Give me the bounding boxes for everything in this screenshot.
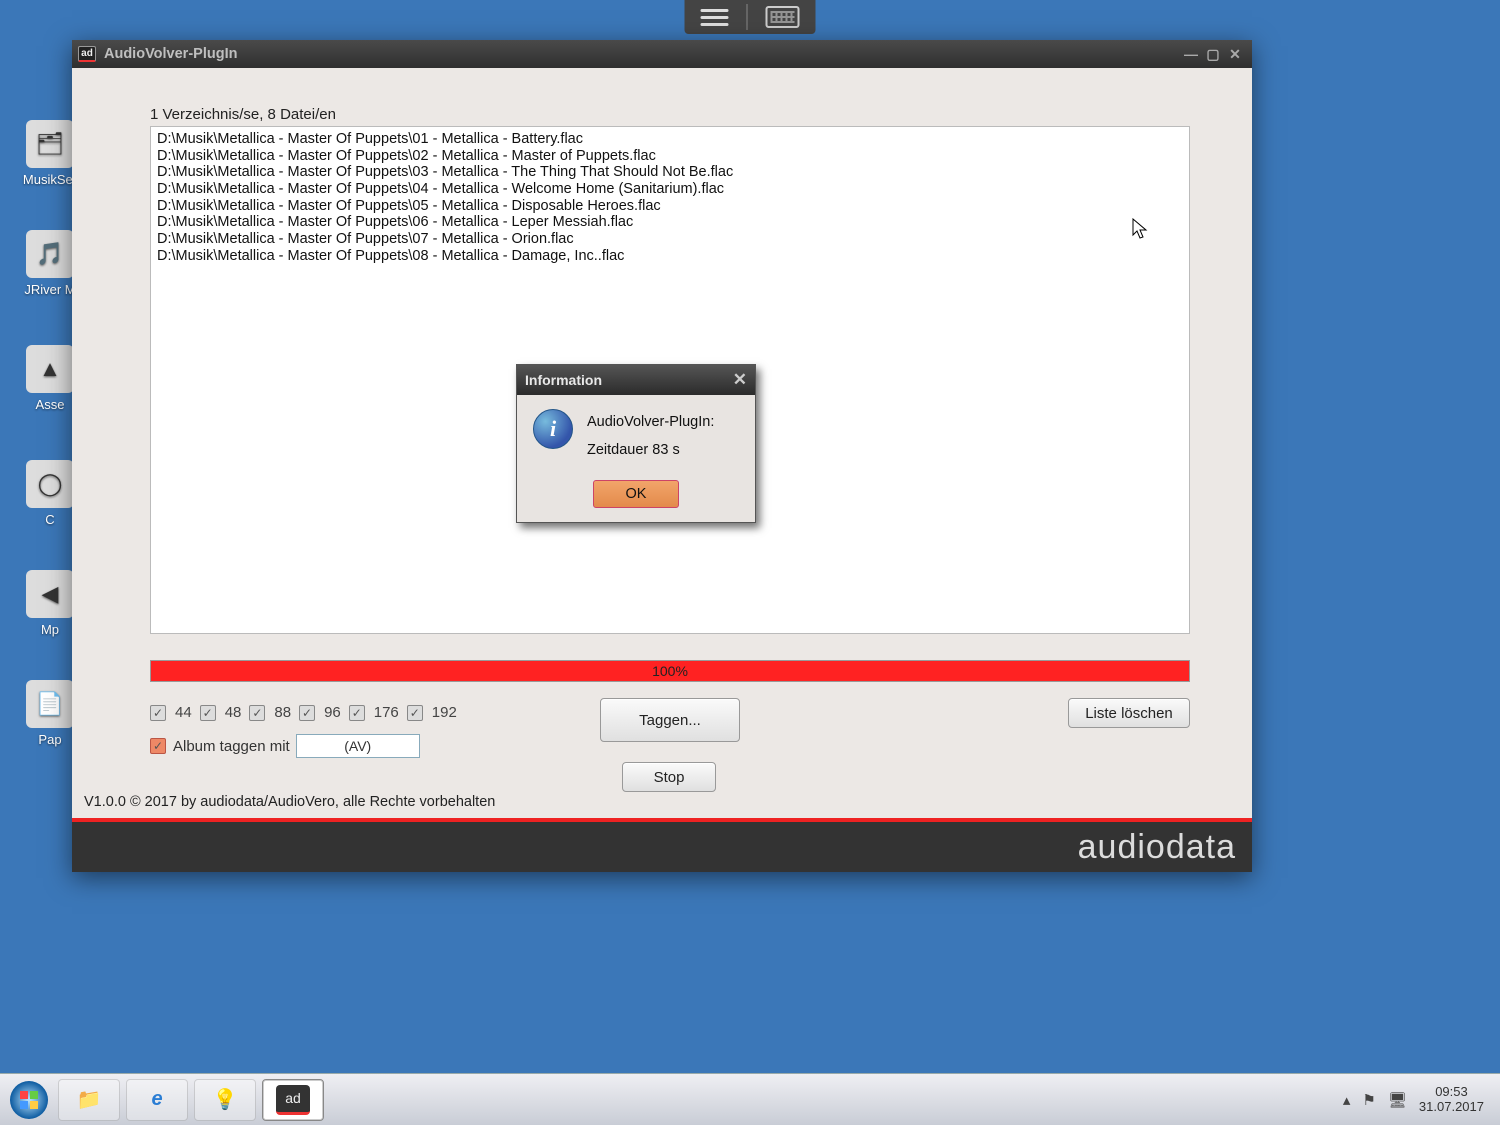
titlebar[interactable]: ad AudioVolver-PlugIn — ▢ ✕ (72, 40, 1252, 68)
info-icon: i (533, 409, 573, 449)
keyboard-icon[interactable] (766, 6, 800, 28)
taskbar-app-ie[interactable]: e (126, 1079, 188, 1121)
system-tray[interactable]: ▴ ⚑ 🖥 09:53 31.07.2017 (1343, 1085, 1494, 1114)
rate-96: 96 (324, 704, 341, 721)
file-row[interactable]: D:\Musik\Metallica - Master Of Puppets\0… (157, 148, 1183, 165)
minimize-button[interactable]: — (1180, 45, 1202, 63)
liste-loeschen-button[interactable]: Liste löschen (1068, 698, 1190, 728)
ok-button[interactable]: OK (593, 480, 679, 508)
checkbox-176[interactable] (349, 705, 365, 721)
file-row[interactable]: D:\Musik\Metallica - Master Of Puppets\0… (157, 131, 1183, 148)
generic-icon: 🎵 (26, 230, 74, 278)
clock-time: 09:53 (1419, 1085, 1484, 1099)
rate-88: 88 (274, 704, 291, 721)
progress-text: 100% (652, 663, 688, 679)
generic-icon: ▲ (26, 345, 74, 393)
file-row[interactable]: D:\Musik\Metallica - Master Of Puppets\0… (157, 164, 1183, 181)
start-button[interactable] (6, 1077, 52, 1123)
file-row[interactable]: D:\Musik\Metallica - Master Of Puppets\0… (157, 248, 1183, 265)
album-tag-row: Album taggen mit (150, 734, 420, 758)
taskbar-app-explorer[interactable]: 📁 (58, 1079, 120, 1121)
ie-icon: e (140, 1085, 174, 1115)
file-row[interactable]: D:\Musik\Metallica - Master Of Puppets\0… (157, 231, 1183, 248)
cursor-icon (1132, 218, 1150, 246)
file-row[interactable]: D:\Musik\Metallica - Master Of Puppets\0… (157, 181, 1183, 198)
rate-48: 48 (225, 704, 242, 721)
clock-date: 31.07.2017 (1419, 1100, 1484, 1114)
summary-text: 1 Verzeichnis/se, 8 Datei/en (150, 106, 336, 123)
window-title: AudioVolver-PlugIn (104, 46, 237, 62)
album-tag-input[interactable] (296, 734, 420, 758)
tray-action-center-icon[interactable]: ⚑ (1362, 1091, 1375, 1109)
taskbar-app-bulb[interactable]: 💡 (194, 1079, 256, 1121)
taskbar[interactable]: 📁 e 💡 ad ▴ ⚑ 🖥 09:53 31.07.2017 (0, 1073, 1500, 1125)
app-icon: ad (78, 46, 96, 62)
rate-176: 176 (374, 704, 399, 721)
dialog-line1: AudioVolver-PlugIn: (587, 409, 714, 437)
dialog-title: Information (525, 372, 602, 388)
clock[interactable]: 09:53 31.07.2017 (1419, 1085, 1484, 1114)
tray-network-icon[interactable]: 🖥 (1388, 1091, 1407, 1109)
dialog-close-icon[interactable]: ✕ (733, 370, 747, 390)
dialog-titlebar[interactable]: Information ✕ (517, 365, 755, 395)
checkbox-88[interactable] (249, 705, 265, 721)
dialog-line2: Zeitdauer 83 s (587, 437, 714, 465)
generic-icon: 📄 (26, 680, 74, 728)
window-body: 1 Verzeichnis/se, 8 Datei/en D:\Musik\Me… (72, 68, 1252, 872)
app-window: ad AudioVolver-PlugIn — ▢ ✕ 1 Verzeichni… (72, 40, 1252, 872)
samplerate-checks: 44 48 88 96 176 192 (150, 704, 457, 721)
rate-44: 44 (175, 704, 192, 721)
checkbox-192[interactable] (407, 705, 423, 721)
desktop-icon-label: MusikSer (23, 172, 77, 187)
checkbox-album-tag[interactable] (150, 738, 166, 754)
file-row[interactable]: D:\Musik\Metallica - Master Of Puppets\0… (157, 198, 1183, 215)
tray-chevron-icon[interactable]: ▴ (1343, 1091, 1351, 1109)
folder-icon: 📁 (72, 1085, 106, 1115)
checkbox-48[interactable] (200, 705, 216, 721)
ad-icon: ad (276, 1085, 310, 1115)
taskbar-app-audiovolver[interactable]: ad (262, 1079, 324, 1121)
generic-icon: ◯ (26, 460, 74, 508)
rate-192: 192 (432, 704, 457, 721)
divider (747, 4, 748, 30)
brand-bar: audiodata (72, 818, 1252, 872)
top-center-tray (685, 0, 816, 34)
taggen-button[interactable]: Taggen... (600, 698, 740, 742)
desktop-icon-label: C (45, 512, 54, 527)
checkbox-96[interactable] (299, 705, 315, 721)
desktop-icon-label: Asse (36, 397, 65, 412)
desktop-icon-label: Mp (41, 622, 59, 637)
hamburger-icon[interactable] (701, 5, 729, 30)
footer-text: V1.0.0 © 2017 by audiodata/AudioVero, al… (84, 794, 495, 810)
bulb-icon: 💡 (208, 1085, 242, 1115)
progress-bar: 100% (150, 660, 1190, 682)
brand-text: audiodata (1078, 828, 1236, 867)
desktop-icon-label: JRiver M (24, 282, 75, 297)
close-button[interactable]: ✕ (1224, 45, 1246, 63)
desktop-icon-label: Pap (38, 732, 61, 747)
maximize-button[interactable]: ▢ (1202, 45, 1224, 63)
album-tag-label: Album taggen mit (173, 738, 290, 755)
generic-icon: ◀ (26, 570, 74, 618)
stop-button[interactable]: Stop (622, 762, 716, 792)
generic-icon: 🗂 (26, 120, 74, 168)
information-dialog: Information ✕ i AudioVolver-PlugIn: Zeit… (516, 364, 756, 523)
checkbox-44[interactable] (150, 705, 166, 721)
dialog-text: AudioVolver-PlugIn: Zeitdauer 83 s (587, 409, 714, 464)
file-row[interactable]: D:\Musik\Metallica - Master Of Puppets\0… (157, 214, 1183, 231)
